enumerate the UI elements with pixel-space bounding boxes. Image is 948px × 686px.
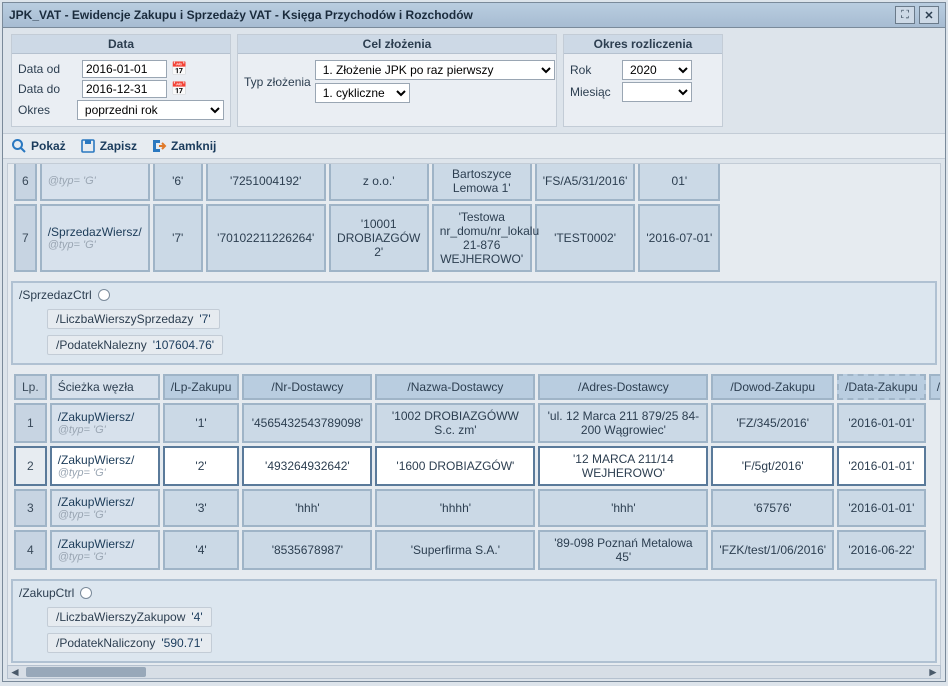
select-miesiac[interactable]: [622, 82, 692, 102]
select-okres[interactable]: poprzedni rok: [77, 100, 224, 120]
podatek-naliczony: /PodatekNaliczony '590.71': [47, 633, 212, 653]
liczba-wierszy-sprzedazy: /LiczbaWierszySprzedazy '7': [47, 309, 220, 329]
sprzedaz-row[interactable]: 7 /SprzedazWiersz/ @typ= 'G' '7' '701022…: [14, 204, 720, 272]
label-miesiac: Miesiąc: [570, 85, 618, 99]
pokaz-button[interactable]: Pokaż: [11, 138, 66, 154]
zamknij-label: Zamknij: [171, 139, 216, 153]
zakup-row[interactable]: 4/ZakupWiersz/@typ= 'G''4''8535678987''S…: [14, 530, 941, 570]
label-typ-zlozenia: Typ złożenia: [244, 75, 311, 89]
search-icon: [11, 138, 27, 154]
data-scroll-area[interactable]: 6 @typ= 'G' '6' '7251004192' z o.o.' Bar…: [7, 163, 941, 677]
label-data-od: Data od: [18, 62, 78, 76]
podatek-nalezny: /PodatekNalezny '107604.76': [47, 335, 223, 355]
maximize-button[interactable]: ⛶: [895, 6, 915, 24]
radio-icon[interactable]: [98, 289, 110, 301]
scroll-right-icon[interactable]: ►: [926, 665, 940, 679]
select-rok[interactable]: 2020: [622, 60, 692, 80]
scroll-left-icon[interactable]: ◄: [8, 665, 22, 679]
zakup-ctrl-label: /ZakupCtrl: [19, 586, 74, 600]
window-title: JPK_VAT - Ewidencje Zakupu i Sprzedaży V…: [9, 8, 473, 22]
select-typ-zlozenia-1[interactable]: 1. Złożenie JPK po raz pierwszy: [315, 60, 555, 80]
scrollbar-thumb[interactable]: [26, 667, 146, 677]
sprzedaz-ctrl-label: /SprzedazCtrl: [19, 288, 92, 302]
calendar-icon[interactable]: 📅: [171, 61, 187, 77]
input-data-do[interactable]: [82, 80, 167, 98]
zakup-header-row: Lp. Ścieżka węzła /Lp-Zakupu /Nr-Dostawc…: [14, 374, 941, 400]
close-button[interactable]: ✕: [919, 6, 939, 24]
pokaz-label: Pokaż: [31, 139, 66, 153]
zakup-row[interactable]: 3/ZakupWiersz/@typ= 'G''3''hhh''hhhh''hh…: [14, 489, 941, 527]
zakup-ctrl-block: /ZakupCtrl /LiczbaWierszyZakupow '4' /Po…: [11, 579, 937, 663]
exit-icon: [151, 138, 167, 154]
liczba-wierszy-zakupow: /LiczbaWierszyZakupow '4': [47, 607, 212, 627]
titlebar: JPK_VAT - Ewidencje Zakupu i Sprzedaży V…: [3, 3, 945, 28]
horizontal-scrollbar[interactable]: ◄ ►: [7, 665, 941, 679]
panel-cel-header: Cel złożenia: [238, 35, 556, 54]
zapisz-button[interactable]: Zapisz: [80, 138, 137, 154]
zakup-row[interactable]: 1/ZakupWiersz/@typ= 'G''1''4565432543789…: [14, 403, 941, 443]
radio-icon[interactable]: [80, 587, 92, 599]
calendar-icon[interactable]: 📅: [171, 81, 187, 97]
input-data-od[interactable]: [82, 60, 167, 78]
zamknij-button[interactable]: Zamknij: [151, 138, 216, 154]
save-icon: [80, 138, 96, 154]
select-typ-zlozenia-2[interactable]: 1. cykliczne: [315, 83, 410, 103]
sprzedaz-row-partial[interactable]: 6 @typ= 'G' '6' '7251004192' z o.o.' Bar…: [14, 163, 720, 201]
label-rok: Rok: [570, 63, 618, 77]
label-okres: Okres: [18, 103, 73, 117]
zakup-row[interactable]: 2/ZakupWiersz/@typ= 'G''2''493264932642'…: [14, 446, 941, 486]
panel-data-header: Data: [12, 35, 230, 54]
panel-okresrozl-header: Okres rozliczenia: [564, 35, 722, 54]
label-data-do: Data do: [18, 82, 78, 96]
sprzedaz-ctrl-block: /SprzedazCtrl /LiczbaWierszySprzedazy '7…: [11, 281, 937, 365]
zapisz-label: Zapisz: [100, 139, 137, 153]
